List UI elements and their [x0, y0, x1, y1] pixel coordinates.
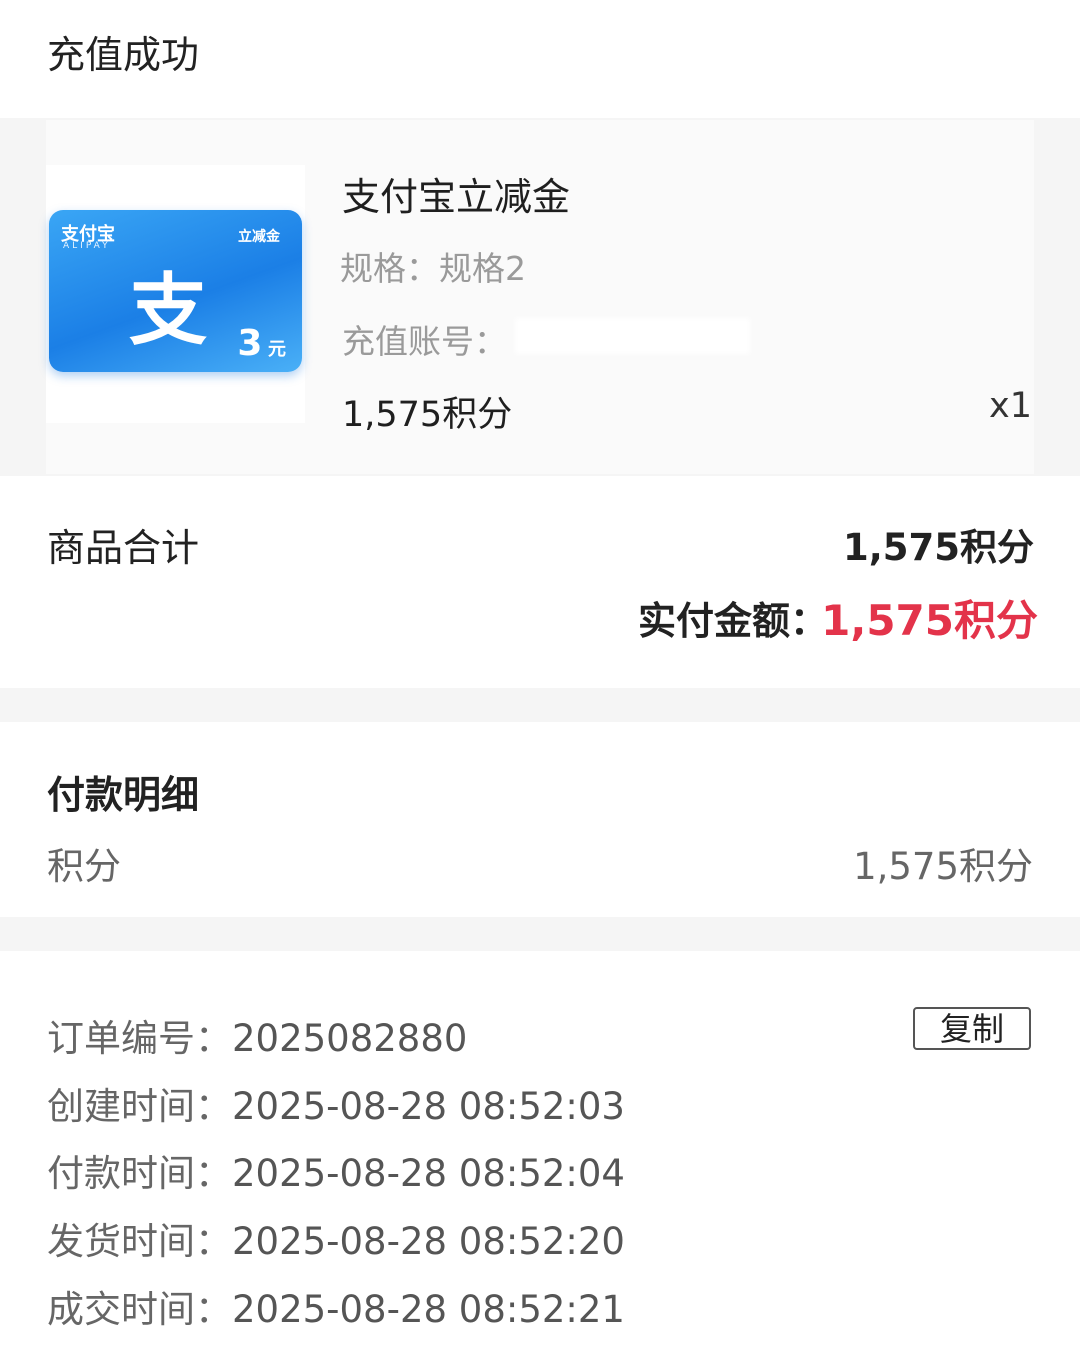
- recharge-account-label: 充值账号：: [342, 322, 507, 361]
- page-title: 充值成功: [47, 33, 200, 77]
- shipped-time-value: 2025-08-28 08:52:20: [232, 1220, 625, 1263]
- created-time-label: 创建时间：: [47, 1085, 232, 1128]
- order-number-value: 2025082880: [232, 1017, 468, 1060]
- voucher-tag: 立减金: [238, 229, 280, 245]
- created-time-row: 创建时间：2025-08-28 08:52:03: [47, 1076, 625, 1130]
- alipay-brand-en: ALIPAY: [63, 241, 111, 251]
- shipped-time-label: 发货时间：: [47, 1220, 232, 1263]
- copy-button[interactable]: 复制: [913, 1007, 1031, 1050]
- order-number-row: 订单编号：2025082880: [47, 1008, 467, 1062]
- completed-time-value: 2025-08-28 08:52:21: [232, 1288, 625, 1331]
- payment-detail-title: 付款明细: [47, 773, 200, 817]
- section-divider: [0, 688, 1080, 722]
- product-name: 支付宝立减金: [342, 175, 571, 219]
- completed-time-label: 成交时间：: [47, 1288, 232, 1331]
- payment-method-label: 积分: [47, 845, 121, 888]
- paid-time-row: 付款时间：2025-08-28 08:52:04: [47, 1143, 625, 1197]
- created-time-value: 2025-08-28 08:52:03: [232, 1085, 625, 1128]
- paid-amount-label: 实付金额：: [638, 599, 829, 643]
- order-number-redacted: [470, 985, 630, 1043]
- product-price: 1,575积分: [342, 395, 513, 435]
- section-divider: [0, 917, 1080, 951]
- voucher-amount-unit: 元: [268, 339, 286, 360]
- order-number-label: 订单编号：: [47, 1017, 232, 1060]
- paid-time-label: 付款时间：: [47, 1152, 232, 1195]
- alipay-logo-icon: 支: [129, 266, 208, 356]
- product-spec: 规格：规格2: [340, 249, 526, 288]
- voucher-amount-number: 3: [237, 323, 263, 364]
- alipay-voucher-image: 支付宝 ALIPAY 立减金 支 3 元: [49, 210, 302, 372]
- paid-time-value: 2025-08-28 08:52:04: [232, 1152, 625, 1195]
- product-quantity: x1: [989, 386, 1032, 426]
- payment-method-value: 1,575积分: [853, 845, 1033, 888]
- subtotal-value: 1,575积分: [842, 526, 1034, 569]
- voucher-amount: 3 元: [237, 323, 286, 364]
- paid-amount-value: 1,575积分: [821, 596, 1038, 645]
- completed-time-row: 成交时间：2025-08-28 08:52:21: [47, 1279, 625, 1333]
- recharge-account-redacted: [515, 318, 750, 354]
- subtotal-label: 商品合计: [47, 526, 200, 570]
- shipped-time-row: 发货时间：2025-08-28 08:52:20: [47, 1211, 625, 1265]
